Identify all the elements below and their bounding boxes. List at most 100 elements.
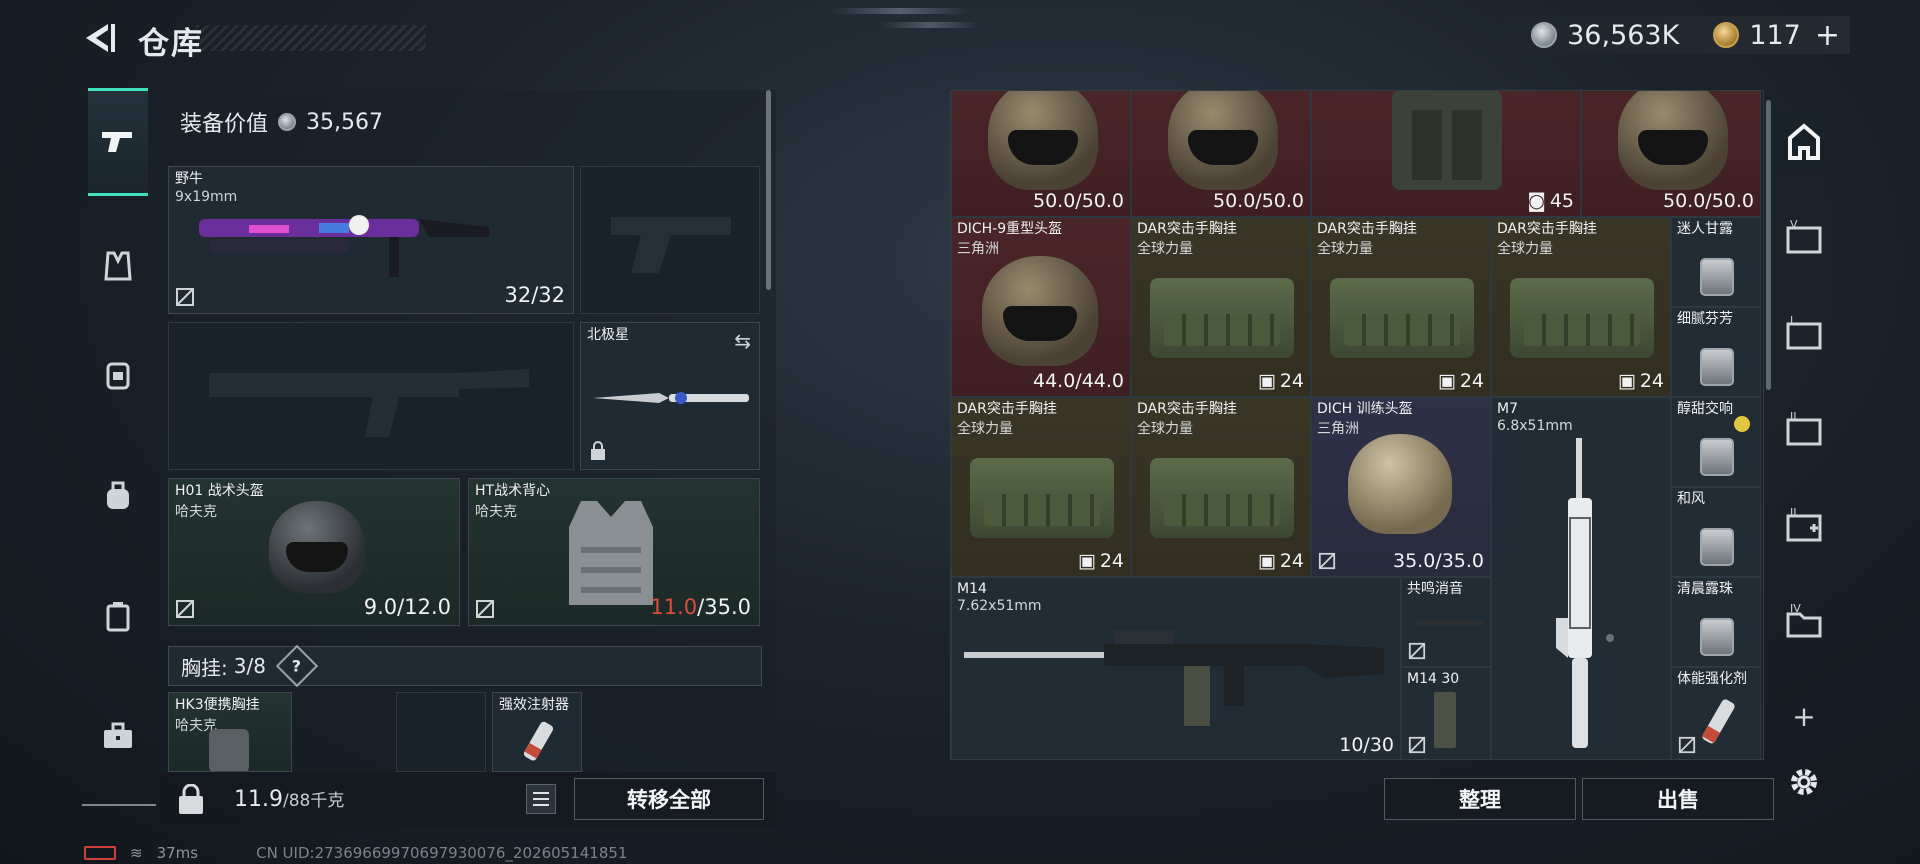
rig-empty-slot[interactable] xyxy=(396,692,486,772)
carry-weight: 11.9/88千克 xyxy=(234,786,344,812)
storage-v-icon: V xyxy=(1786,218,1822,254)
silver-coin-icon xyxy=(1531,22,1558,48)
item-name: 和风 xyxy=(1677,491,1705,507)
lemon-garnish-icon xyxy=(1734,416,1750,432)
settings-button[interactable] xyxy=(1776,754,1832,810)
storage-item[interactable]: 和风 xyxy=(1671,487,1761,577)
insurance-off-icon xyxy=(476,600,494,618)
storage-item[interactable]: 体能强化剂 xyxy=(1671,667,1761,759)
list-view-button[interactable] xyxy=(526,784,556,814)
chest-rig-image xyxy=(1150,278,1294,358)
tab-storage-4[interactable]: IV xyxy=(1776,594,1832,650)
item-slots: ▣ 24 xyxy=(1257,550,1304,572)
svg-text:I: I xyxy=(1790,314,1793,327)
sell-button[interactable]: 出售 xyxy=(1582,778,1774,820)
storage-item[interactable]: 清晨露珠 xyxy=(1671,577,1761,667)
help-button[interactable]: ? xyxy=(275,644,319,688)
sort-button[interactable]: 整理 xyxy=(1384,778,1576,820)
storage-item[interactable]: M7 6.8x51mm xyxy=(1491,397,1671,759)
storage-item[interactable]: DAR突击手胸挂 全球力量 ▣ 24 xyxy=(951,397,1131,577)
storage-item[interactable]: 醇甜交响 xyxy=(1671,397,1761,487)
item-brand: 三角洲 xyxy=(1317,421,1359,437)
storage-item[interactable]: DAR突击手胸挂 全球力量 ▣ 24 xyxy=(1491,217,1671,397)
back-button[interactable] xyxy=(80,18,120,58)
title-stripe xyxy=(196,25,426,51)
item-name: 细腻芬芳 xyxy=(1677,311,1733,327)
item-name: M14 30 xyxy=(1407,671,1460,687)
tab-storage-home[interactable] xyxy=(1776,114,1832,170)
category-backpack[interactable] xyxy=(88,344,148,404)
tab-storage-2[interactable]: II xyxy=(1776,402,1832,458)
item-brand: 全球力量 xyxy=(1317,241,1373,257)
storage-item[interactable]: DAR突击手胸挂 全球力量 ▣ 24 xyxy=(1131,397,1311,577)
storage-tabs: V I II II IV + xyxy=(1776,90,1836,830)
item-name: DAR突击手胸挂 xyxy=(1317,221,1417,237)
storage-item[interactable]: DICH 训练头盔 三角洲 35.0/35.0 xyxy=(1311,397,1491,577)
vest-icon xyxy=(104,251,132,281)
item-brand: 6.8x51mm xyxy=(1497,418,1573,434)
light-streak xyxy=(830,8,970,14)
storage-item[interactable]: DAR突击手胸挂 全球力量 ▣ 24 xyxy=(1131,217,1311,397)
storage-item[interactable]: M14 30 xyxy=(1401,667,1491,759)
heavy-helmet-image xyxy=(988,91,1098,190)
storage-item[interactable]: 迷人甘露 xyxy=(1671,217,1761,307)
rig-label: 胸挂: xyxy=(181,655,228,680)
tab-storage-1[interactable]: I xyxy=(1776,306,1832,362)
insurance-off-icon xyxy=(1408,642,1426,660)
category-weapon[interactable] xyxy=(88,88,148,196)
storage-item[interactable]: ◙ 45 xyxy=(1311,91,1581,217)
smg-bizon-icon xyxy=(199,215,489,277)
rig-item-slot[interactable]: 强效注射器 xyxy=(492,692,582,772)
chest-rig-image xyxy=(1510,278,1654,358)
magazine-image xyxy=(1434,692,1456,748)
add-storage-button[interactable]: + xyxy=(1776,688,1832,744)
storage-item[interactable]: 50.0/50.0 xyxy=(951,91,1131,217)
transfer-all-button[interactable]: 转移全部 xyxy=(574,778,764,820)
svg-text:IV: IV xyxy=(1790,602,1801,615)
heavy-helmet-image xyxy=(1618,91,1728,190)
storage-item[interactable]: 50.0/50.0 xyxy=(1581,91,1761,217)
storage-item[interactable]: 共鸣消音 xyxy=(1401,577,1491,667)
svg-text:V: V xyxy=(1790,218,1798,231)
storage-ii-icon: II xyxy=(1786,410,1822,446)
vest-icon: ▣ xyxy=(1077,550,1096,572)
tab-storage-5[interactable]: V xyxy=(1776,210,1832,266)
item-name: 迷人甘露 xyxy=(1677,221,1733,237)
add-currency-button[interactable]: + xyxy=(1815,18,1840,53)
storage-item[interactable]: DAR突击手胸挂 全球力量 ▣ 24 xyxy=(1311,217,1491,397)
item-durability: 44.0/44.0 xyxy=(1032,370,1124,392)
lock-icon[interactable] xyxy=(176,784,206,816)
armor-slot[interactable]: HT战术背心 哈夫克 11.0/35.0 xyxy=(468,478,760,626)
item-name: DAR突击手胸挂 xyxy=(1137,221,1237,237)
rig-item-name: 强效注射器 xyxy=(499,697,569,713)
chest-rig-image xyxy=(1330,278,1474,358)
secondary-weapon-slot[interactable] xyxy=(168,322,574,470)
storage-scrollbar[interactable] xyxy=(1766,100,1771,390)
storage-item[interactable]: DICH-9重型头盔 三角洲 44.0/44.0 xyxy=(951,217,1131,397)
jar-image xyxy=(1700,258,1734,296)
category-case[interactable] xyxy=(88,586,148,646)
storage-item[interactable]: M14 7.62x51mm 10/30 xyxy=(951,577,1401,759)
swap-icon[interactable]: ⇆ xyxy=(734,329,751,353)
tab-storage-3[interactable]: II xyxy=(1776,498,1832,554)
m14-rifle-image xyxy=(964,630,1384,726)
pistol-slot[interactable] xyxy=(580,166,760,314)
category-vest[interactable] xyxy=(88,236,148,296)
item-durability: 50.0/50.0 xyxy=(1662,190,1754,212)
insurance-off-icon xyxy=(176,288,194,306)
helmet-slot[interactable]: H01 战术头盔 哈夫克 9.0/12.0 xyxy=(168,478,460,626)
category-bag[interactable] xyxy=(88,466,148,526)
case-icon xyxy=(106,602,130,632)
item-brand: 全球力量 xyxy=(1497,241,1553,257)
primary-weapon-slot[interactable]: 野牛 9x19mm 32/32 xyxy=(168,166,574,314)
training-helmet-image xyxy=(1348,434,1452,534)
item-name: DICH 训练头盔 xyxy=(1317,401,1413,417)
category-toolbox[interactable] xyxy=(88,706,148,766)
storage-item[interactable]: 细腻芬芳 xyxy=(1671,307,1761,397)
storage-item[interactable]: 50.0/50.0 xyxy=(1131,91,1311,217)
equipment-scrollbar[interactable] xyxy=(766,90,771,290)
melee-slot[interactable]: 北极星 ⇆ xyxy=(580,322,760,470)
storage-grid: 50.0/50.0 50.0/50.0 ◙ 45 50.0/50.0 DICH-9… xyxy=(950,90,1764,760)
rig-item-slot[interactable]: HK3便携胸挂 哈夫克 xyxy=(168,692,292,772)
chest-rig-image xyxy=(1150,458,1294,538)
